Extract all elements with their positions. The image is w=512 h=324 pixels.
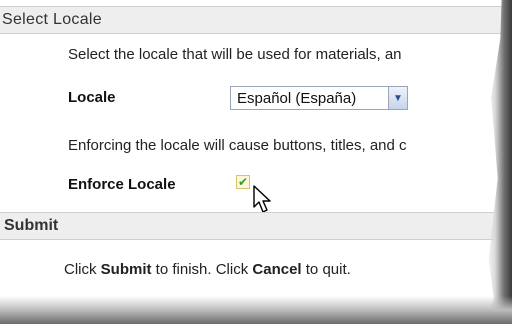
torn-edge-right [486,0,512,324]
section-header-select-locale: Select Locale [0,6,507,34]
enforce-description: Enforcing the locale will cause buttons,… [68,137,407,154]
enforce-locale-label: Enforce Locale [68,176,176,193]
locale-label: Locale [68,89,116,106]
locale-select-value: Español (España) [237,89,357,107]
mouse-pointer-icon [253,185,271,213]
chevron-down-icon[interactable]: ▼ [388,87,407,109]
section-title: Submit [4,217,59,234]
locale-select[interactable]: Español (España) ▼ [230,86,408,110]
checkmark-icon: ✔ [237,175,249,189]
footer-text-part: Click [64,261,101,278]
section-title: Select Locale [2,11,102,28]
submit-word: Submit [100,261,152,278]
enforce-locale-checkbox[interactable]: ✔ [236,175,250,189]
footer-text-part: to quit. [301,261,351,278]
locale-description: Select the locale that will be used for … [68,46,402,63]
section-header-submit: Submit [0,212,509,240]
submit-instructions: Click Submit to finish. Click Cancel to … [64,261,351,278]
select-locale-panel: Select Locale Select the locale that wil… [0,0,512,324]
footer-text-part: to finish. Click [151,261,253,278]
shadow-edge-bottom [0,296,512,324]
cancel-word: Cancel [252,261,302,278]
